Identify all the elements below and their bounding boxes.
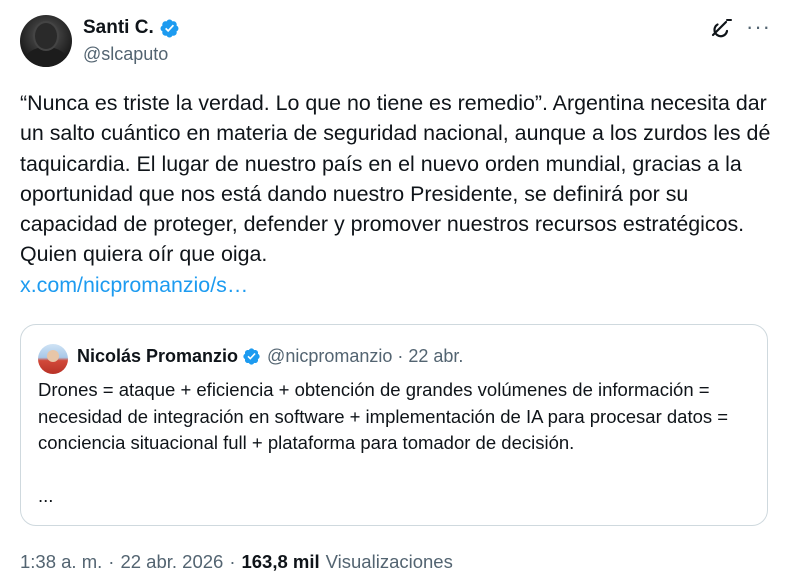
quoted-tweet-text: Drones = ataque + eficiencia + obtención… — [38, 379, 729, 453]
author-name[interactable]: Santi C. — [83, 17, 154, 39]
quoted-separator-dot: · — [392, 346, 409, 366]
footer-separator-dot: · — [108, 551, 115, 572]
tweet-body: “Nunca es triste la verdad. Lo que no ti… — [20, 88, 780, 300]
tweet-footer: 1:38 a. m. · 22 abr. 2026 · 163,8 mil Vi… — [20, 551, 453, 573]
views-label: Visualizaciones — [325, 551, 453, 572]
quoted-author-handle[interactable]: @nicpromanzio — [267, 346, 392, 367]
quoted-author-name[interactable]: Nicolás Promanzio — [77, 346, 238, 367]
tweet-text: “Nunca es triste la verdad. Lo que no ti… — [20, 91, 771, 267]
tweet-time[interactable]: 1:38 a. m. — [20, 551, 102, 573]
author-name-row: Santi C. — [83, 17, 180, 39]
quoted-tweet-header: Nicolás Promanzio @nicpromanzio · 22 abr… — [77, 346, 463, 367]
footer-separator-dot: · — [229, 551, 236, 572]
author-avatar[interactable] — [20, 15, 72, 67]
grok-icon[interactable] — [708, 17, 734, 43]
tweet-link[interactable]: x.com/nicpromanzio/s… — [20, 270, 780, 300]
verified-badge-icon — [243, 348, 260, 365]
quoted-author-avatar[interactable] — [38, 344, 68, 374]
more-options-icon[interactable]: ··· — [746, 16, 772, 42]
verified-badge-icon — [160, 19, 179, 37]
views-count: 163,8 mil — [241, 551, 320, 572]
quoted-tweet[interactable]: Nicolás Promanzio @nicpromanzio · 22 abr… — [20, 324, 768, 526]
author-handle[interactable]: @slcaputo — [83, 44, 168, 65]
quoted-tweet-date[interactable]: 22 abr. — [408, 346, 463, 367]
quoted-tweet-ellipsis: ... — [38, 485, 54, 506]
tweet-date[interactable]: 22 abr. 2026 — [120, 551, 223, 573]
